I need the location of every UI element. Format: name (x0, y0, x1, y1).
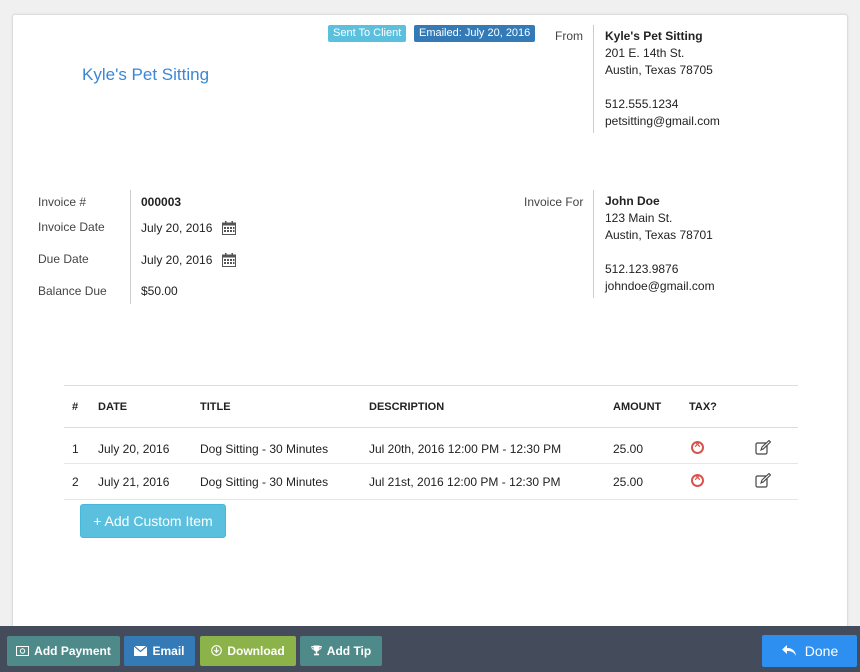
from-label: From (555, 29, 583, 43)
from-address-line2: Austin, Texas 78705 (605, 63, 713, 77)
email-button[interactable]: Email (124, 636, 195, 666)
status-badge-emailed: Emailed: July 20, 2016 (414, 25, 536, 42)
due-date-field[interactable]: July 20, 2016 (141, 253, 236, 267)
table-row: 2 July 21, 2016 Dog Sitting - 30 Minutes… (64, 463, 798, 500)
money-icon (16, 646, 30, 656)
invoice-number-label: Invoice # (38, 195, 87, 209)
column-header-date: DATE (98, 385, 200, 428)
status-badge-sent: Sent To Client (328, 25, 407, 42)
to-name: John Doe (605, 194, 660, 208)
download-label: Download (227, 644, 285, 658)
done-button[interactable]: Done (762, 635, 857, 667)
from-address-line1: 201 E. 14th St. (605, 46, 685, 60)
column-header-tax: TAX? (689, 385, 755, 428)
row-number: 2 (64, 463, 98, 500)
row-description: Jul 20th, 2016 12:00 PM - 12:30 PM (369, 427, 613, 464)
row-date: July 21, 2016 (98, 463, 200, 500)
add-tip-button[interactable]: Add Tip (300, 636, 382, 666)
column-header-amount: AMOUNT (613, 385, 689, 428)
meta-divider (130, 190, 131, 304)
row-date: July 20, 2016 (98, 427, 200, 464)
from-email: petsitting@gmail.com (605, 114, 720, 128)
invoice-card: Sent To Client Emailed: July 20, 2016 Ky… (12, 14, 848, 654)
invoice-date-field[interactable]: July 20, 2016 (141, 221, 236, 235)
company-name: Kyle's Pet Sitting (82, 65, 210, 84)
tax-remove-icon[interactable] (691, 472, 704, 487)
row-description: Jul 21st, 2016 12:00 PM - 12:30 PM (369, 463, 613, 500)
invoice-date-label: Invoice Date (38, 220, 105, 234)
action-bar: Add Payment Email Download Add Tip Done (0, 626, 860, 672)
to-address: John Doe 123 Main St. Austin, Texas 7870… (605, 193, 715, 295)
tax-remove-icon[interactable] (691, 439, 704, 454)
add-payment-button[interactable]: Add Payment (7, 636, 120, 666)
due-date-value: July 20, 2016 (141, 253, 213, 267)
from-name: Kyle's Pet Sitting (605, 29, 703, 43)
balance-due-label: Balance Due (38, 284, 107, 298)
from-divider (593, 25, 594, 133)
add-tip-label: Add Tip (326, 644, 372, 658)
table-header-row: # DATE TITLE DESCRIPTION AMOUNT TAX? (64, 385, 798, 428)
done-label: Done (804, 643, 839, 659)
line-items-table: # DATE TITLE DESCRIPTION AMOUNT TAX? 1 J… (64, 385, 798, 500)
calendar-icon[interactable] (221, 253, 236, 267)
from-address: Kyle's Pet Sitting 201 E. 14th St. Austi… (605, 28, 720, 130)
invoice-number: 000003 (141, 195, 182, 209)
email-label: Email (152, 644, 185, 658)
to-email: johndoe@gmail.com (605, 279, 715, 293)
from-phone: 512.555.1234 (605, 97, 679, 111)
download-icon (211, 645, 223, 656)
due-date-label: Due Date (38, 252, 89, 266)
reply-arrow-icon (781, 645, 796, 656)
add-payment-label: Add Payment (34, 644, 111, 658)
row-amount: 25.00 (613, 463, 689, 500)
column-header-number: # (64, 385, 98, 428)
to-divider (593, 190, 594, 298)
table-row: 1 July 20, 2016 Dog Sitting - 30 Minutes… (64, 427, 798, 464)
row-title: Dog Sitting - 30 Minutes (200, 427, 369, 464)
row-amount: 25.00 (613, 427, 689, 464)
edit-icon[interactable] (755, 472, 772, 488)
trophy-icon (311, 645, 322, 656)
to-phone: 512.123.9876 (605, 262, 679, 276)
add-custom-item-button[interactable]: + Add Custom Item (80, 504, 226, 538)
column-header-title: TITLE (200, 385, 369, 428)
balance-due-value: $50.00 (141, 284, 178, 298)
row-number: 1 (64, 427, 98, 464)
invoice-for-label: Invoice For (524, 195, 584, 209)
download-button[interactable]: Download (200, 636, 296, 666)
to-address-line1: 123 Main St. (605, 211, 673, 225)
row-title: Dog Sitting - 30 Minutes (200, 463, 369, 500)
calendar-icon[interactable] (221, 221, 236, 235)
to-address-line2: Austin, Texas 78701 (605, 228, 713, 242)
envelope-icon (134, 646, 148, 656)
invoice-date-value: July 20, 2016 (141, 221, 213, 235)
edit-icon[interactable] (755, 439, 772, 455)
column-header-description: DESCRIPTION (369, 385, 613, 428)
